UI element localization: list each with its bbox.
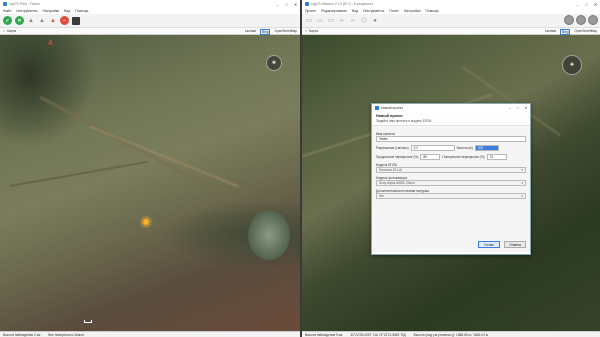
satellite-map[interactable]: ✥ Новый проект – □ ✕ Новый проект Задайт… [302,35,600,331]
chevron-down-icon: ▾ [521,194,523,198]
map-nav-icon[interactable]: ✥ [562,55,582,75]
resolution-label: Разрешение (см/пикс) [376,146,409,150]
polygon-icon[interactable]: ⬠ [360,17,368,25]
dialog-title-bar: Новый проект – □ ✕ [372,104,530,111]
lake [248,210,290,260]
top-right-controls [564,15,598,25]
takeoff-icon[interactable]: ✕ [15,16,24,25]
payload-select[interactable]: нет ▾ [376,193,526,199]
new-project-dialog: Новый проект – □ ✕ Новый проект Задайте … [371,103,531,255]
status-altitude: Высота наблюдения 2 км [3,332,41,337]
menu-tools[interactable]: Инструменты [16,9,37,13]
menu-tools[interactable]: Инструменты [363,9,384,13]
status-surface: Вне поверхности Земли [48,332,84,337]
height-label: Высота (м) [456,146,473,150]
minimize-button[interactable]: – [273,0,282,8]
open-icon[interactable]: ▭ [316,17,324,25]
tab-close-icon[interactable]: × [3,29,5,33]
uav-model-value: Geoscan 101-AI [379,168,403,172]
menu-edit[interactable]: Редактирование [321,9,347,13]
menu-settings[interactable]: Настройки [404,9,421,13]
uav-model-select[interactable]: Geoscan 101-AI ▾ [376,167,526,173]
status-altitude: Высота наблюдения 9 км [305,332,343,337]
close-button[interactable]: ✕ [591,0,600,8]
maximize-button[interactable]: □ [582,0,591,8]
menu-help[interactable]: Помощь [75,9,88,13]
title-bar: UgCS Mission 2.13 (R.?) - 6 результат – … [302,0,600,8]
record-icon[interactable] [564,15,574,25]
settings-icon[interactable] [588,15,598,25]
camera-icon[interactable] [576,15,586,25]
scale-bar [84,320,92,323]
close-button[interactable]: ✕ [291,0,300,8]
cancel-button[interactable]: Отмена [504,241,526,248]
window-title: UgCS Mission 2.13 (R.?) - 6 результат [311,2,374,6]
chevron-down-icon: ▾ [521,181,523,185]
dialog-minimize-button[interactable]: – [506,104,514,111]
menu-file[interactable]: Файл [3,9,11,13]
undo-icon[interactable]: ⌐ [338,17,346,25]
status-elevation: Высота (над у.м.(эллипсо.)): 1886.65 м /… [413,332,488,337]
title-bar: UgCS Pilot - Flame – □ ✕ [0,0,300,8]
maximize-button[interactable]: □ [282,0,291,8]
minimize-button[interactable]: – [573,0,582,8]
toolbar: ▭ ▭ ▭ ⌐ ⌐ ⬠ ● [302,14,600,28]
project-name-input[interactable]: Tester [376,136,526,142]
dialog-title: Новый проект [381,105,403,110]
window-title: UgCS Pilot - Flame [9,2,40,6]
dialog-heading: Новый проект [376,114,403,118]
dialog-close-button[interactable]: ✕ [522,104,530,111]
app-icon [305,2,309,6]
warning-icon[interactable]: ▲ [49,17,57,25]
new-icon[interactable]: ▭ [305,17,313,25]
screen-icon[interactable] [72,16,80,25]
save-icon[interactable]: ▭ [327,17,335,25]
waypoint-icon[interactable]: ▲ [27,17,35,25]
mission-window: UgCS Mission 2.13 (R.?) - 6 результат – … [302,0,600,337]
menu-view[interactable]: Вид [64,9,70,13]
menu-flight[interactable]: Полет [389,9,399,13]
menu-project[interactable]: Проект [305,9,316,13]
status-coordinates: 34°22'28.0190" СШ 74°22'21.5861" ВД [350,332,406,337]
map-nav-icon[interactable]: ✥ [266,55,282,71]
arm-icon[interactable]: ✓ [3,16,12,25]
pilot-window: UgCS Pilot - Flame – □ ✕ Файл Инструмент… [0,0,300,337]
tab-close-icon[interactable]: × [305,29,307,33]
side-overlap-label: Поперечное перекрытие (%) [442,155,485,159]
route-icon[interactable]: ⌐ [349,17,357,25]
tab-map[interactable]: Карта [7,29,16,33]
camera-model-select[interactable]: Sony Alpha A5000 20mm ▾ [376,180,526,186]
camera-model-value: Sony Alpha A5000 20mm [379,181,415,185]
status-bar: Высота наблюдения 9 км 34°22'28.0190" СШ… [302,331,600,337]
menu-help[interactable]: Помощь [426,9,439,13]
home-icon[interactable]: ▲ [38,17,46,25]
dialog-app-icon [375,105,379,110]
dialog-subtitle: Задайте имя проекта и модель БПЛА [376,119,432,123]
app-icon [3,2,7,6]
height-input[interactable]: 100 [474,145,499,151]
front-overlap-input[interactable]: 80 [420,154,441,160]
side-overlap-input[interactable]: 70 [486,154,507,160]
chevron-down-icon: ▾ [521,168,523,172]
stop-icon[interactable]: – [60,16,69,25]
drone-marker-icon[interactable] [142,218,150,226]
marker-icon[interactable]: ● [371,17,379,25]
toolbar: ✓ ✕ ▲ ▲ ▲ – [0,14,300,28]
resolution-input[interactable]: 2.2 [410,145,455,151]
front-overlap-label: Продольное перекрытие (%) [376,155,419,159]
payload-value: нет [379,194,384,198]
marker-label: A [48,40,54,47]
menu-view[interactable]: Вид [352,9,358,13]
status-bar: Высота наблюдения 2 км Вне поверхности З… [0,331,300,337]
ok-button[interactable]: Готово [478,241,500,248]
satellite-map[interactable]: A ✥ [0,35,300,331]
menu-settings[interactable]: Настройки [43,9,60,13]
dialog-maximize-button[interactable]: □ [514,104,522,111]
tab-map[interactable]: Карта [309,29,318,33]
